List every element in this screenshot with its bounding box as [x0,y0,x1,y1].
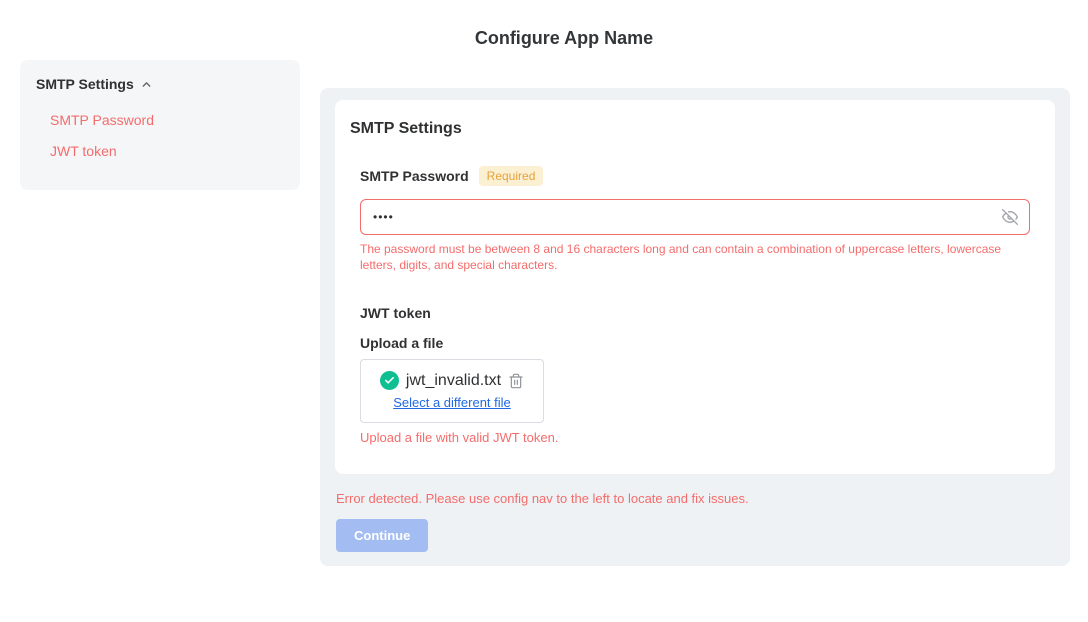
smtp-password-input[interactable] [360,199,1030,235]
sidebar-item-smtp-password[interactable]: SMTP Password [50,112,284,128]
config-form-panel: SMTP Settings SMTP Password Required The… [320,88,1070,566]
continue-button[interactable]: Continue [336,519,428,552]
file-upload-box: jwt_invalid.txt Select a different file [360,359,544,423]
sidebar-item-jwt-token[interactable]: JWT token [50,143,284,159]
config-nav-sidebar: SMTP Settings SMTP Password JWT token [20,60,300,190]
select-different-file-link[interactable]: Select a different file [373,395,531,410]
sidebar-section-label: SMTP Settings [36,76,134,92]
jwt-upload-error-text: Upload a file with valid JWT token. [360,430,1030,445]
smtp-password-error-text: The password must be between 8 and 16 ch… [360,241,1030,273]
upload-a-file-label: Upload a file [360,335,1030,351]
card-heading: SMTP Settings [350,120,1030,138]
uploaded-file-name: jwt_invalid.txt [406,372,501,390]
required-badge: Required [479,166,544,186]
trash-icon[interactable] [508,373,524,389]
check-circle-icon [380,371,399,390]
smtp-password-label: SMTP Password [360,168,469,184]
jwt-token-label: JWT token [360,305,1030,321]
form-error-message: Error detected. Please use config nav to… [336,491,1055,506]
chevron-up-icon [140,78,153,91]
smtp-settings-card: SMTP Settings SMTP Password Required The… [335,100,1055,474]
eye-off-icon[interactable] [1002,209,1018,225]
page-title: Configure App Name [40,28,1088,49]
sidebar-section-smtp-settings[interactable]: SMTP Settings [36,76,284,92]
